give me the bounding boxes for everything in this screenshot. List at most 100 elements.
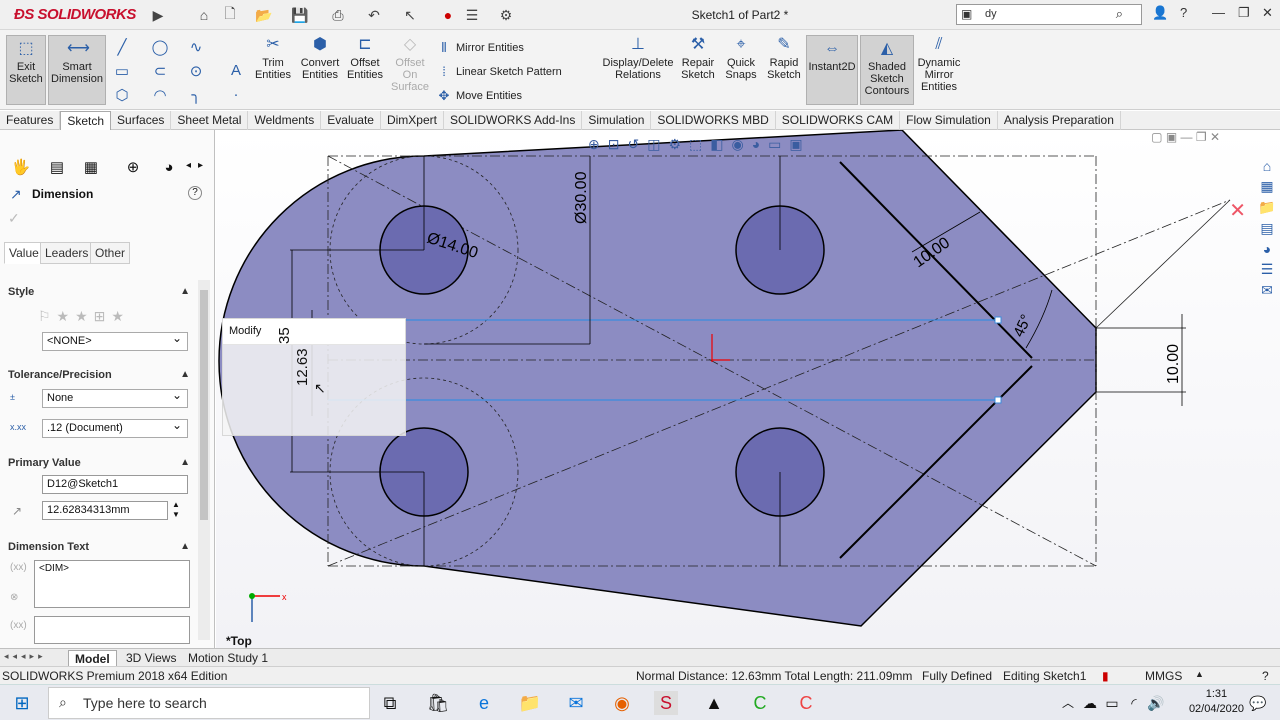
close-icon[interactable]: ✕ (1262, 5, 1273, 21)
search-icon[interactable]: ⌕ (1116, 6, 1123, 22)
restore-icon[interactable]: ❐ (1238, 5, 1250, 21)
configuration-manager-icon[interactable]: ▦ (76, 156, 106, 178)
previous-view-icon[interactable]: ↺ (627, 136, 639, 153)
help-icon[interactable]: ? (188, 186, 202, 200)
move-entities-button[interactable]: ✥ Move Entities (436, 88, 522, 104)
tab-leaders[interactable]: Leaders (40, 242, 94, 264)
tab-weldments[interactable]: Weldments (248, 111, 322, 130)
dimension-name-field[interactable]: D12@Sketch1 (42, 475, 188, 494)
panel-scrollbar[interactable] (198, 280, 210, 640)
spline-icon[interactable]: ∿ (186, 38, 206, 56)
file-explorer-icon[interactable]: 📁 (1258, 199, 1275, 216)
solidworks-taskbar-icon[interactable]: S (654, 691, 678, 715)
dynamic-mirror-entities-button[interactable]: ⫽ Dynamic Mirror Entities (916, 36, 962, 93)
tray-up-arrow-icon[interactable]: ︿ (1056, 691, 1080, 715)
tab-other[interactable]: Other (90, 242, 131, 264)
tab-sheet-metal[interactable]: Sheet Metal (171, 111, 249, 130)
line-icon[interactable]: ╱ (112, 38, 132, 56)
scrollbar-thumb[interactable] (200, 290, 208, 520)
graphics-area[interactable]: Ø30.00 Ø14.00 10.00 45° 10.00 x ⊕ ⊡ ↺ ◫ … (216, 130, 1280, 648)
tab-mbd[interactable]: SOLIDWORKS MBD (651, 111, 776, 130)
dimension-value-field[interactable]: 12.62834313mm (42, 501, 168, 520)
volume-icon[interactable]: 🔊 (1144, 691, 1168, 715)
viewport-window-controls[interactable]: ▢ ▣ — ❐ ✕ (1151, 130, 1220, 144)
tab-cam[interactable]: SOLIDWORKS CAM (776, 111, 901, 130)
tolerance-select[interactable]: None (42, 388, 188, 408)
firefox-icon[interactable]: ◉ (610, 691, 634, 715)
property-manager-tab-icon[interactable]: ▤ (42, 156, 72, 178)
collapse-tolerance-icon[interactable]: ▲ (180, 369, 190, 380)
tab-scroll-arrows-icon[interactable]: ◂◂◂▸▸ (4, 651, 47, 662)
user-icon[interactable]: 👤 (1152, 5, 1168, 21)
dynamic-annotation-icon[interactable]: ⚙ (668, 136, 681, 153)
zoom-area-icon[interactable]: ⊡ (608, 136, 620, 153)
mirror-entities-button[interactable]: ⫴ Mirror Entities (436, 40, 524, 56)
convert-entities-button[interactable]: ⬢ Convert Entities (298, 36, 342, 81)
repair-sketch-button[interactable]: ⚒ Repair Sketch (678, 36, 718, 81)
hide-show-icon[interactable]: ◉ (731, 136, 743, 153)
tab-dimxpert[interactable]: DimXpert (381, 111, 444, 130)
edit-appearance-icon[interactable]: ◕ (752, 136, 760, 153)
view-palette-icon[interactable]: ▤ (1260, 220, 1273, 237)
panel-scroll-left-icon[interactable]: ◂ (186, 160, 191, 171)
rebuild-status-icon[interactable]: ▮ (1102, 669, 1109, 683)
apply-scene-icon[interactable]: ▭ (768, 136, 781, 153)
style-select[interactable]: <NONE> (42, 331, 188, 351)
forum-icon[interactable]: ✉ (1261, 282, 1273, 299)
slot-icon[interactable]: ⊂ (150, 62, 170, 80)
edge-browser-icon[interactable]: e (472, 691, 496, 715)
units-selector[interactable]: MMGS (1145, 669, 1182, 683)
style-favorites-icons[interactable]: ⚐★★⊞★ (38, 308, 130, 325)
design-library-icon[interactable]: ▦ (1260, 178, 1273, 195)
offset-entities-button[interactable]: ⊏ Offset Entities (344, 36, 386, 81)
polygon-icon[interactable]: ⬡ (112, 86, 132, 104)
tab-flow-simulation[interactable]: Flow Simulation (900, 111, 998, 130)
instant2d-button[interactable]: ⇔ Instant2D (806, 35, 858, 105)
display-manager-icon[interactable]: ◕ (154, 156, 184, 178)
store-icon[interactable]: 🛍 (426, 691, 450, 715)
camtasia-green-icon[interactable]: C (748, 691, 772, 715)
trim-entities-button[interactable]: ✂ Trim Entities (252, 36, 294, 81)
dim-text-1263[interactable]: 12.63 (294, 348, 311, 386)
taskbar-search-input[interactable]: ⌕ Type here to search (48, 687, 370, 719)
dimtext-xx-icon[interactable]: (xx) (10, 562, 27, 573)
panel-scroll-right-icon[interactable]: ▸ (198, 160, 203, 171)
collapse-primary-icon[interactable]: ▲ (180, 457, 190, 468)
tab-evaluate[interactable]: Evaluate (321, 111, 381, 130)
file-explorer-taskbar-icon[interactable]: 📁 (518, 691, 542, 715)
shaded-sketch-contours-button[interactable]: ◭ Shaded Sketch Contours (860, 35, 914, 105)
tab-simulation[interactable]: Simulation (582, 111, 652, 130)
rectangle-icon[interactable]: ▭ (112, 62, 132, 80)
collapse-dimtext-icon[interactable]: ▲ (180, 541, 190, 552)
ok-check-icon[interactable]: ✓ (8, 210, 20, 227)
linear-sketch-pattern-button[interactable]: ⁞ Linear Sketch Pattern (436, 64, 562, 79)
ellipse-icon[interactable]: ⊙ (186, 62, 206, 80)
windows-start-icon[interactable]: ⊞ (10, 691, 34, 715)
precision-select[interactable]: .12 (Document) (42, 418, 188, 438)
tab-features[interactable]: Features (0, 111, 61, 130)
notifications-icon[interactable]: 💬 (1246, 691, 1270, 715)
dimension-text-area[interactable]: <DIM> (34, 560, 190, 608)
taskbar-clock[interactable]: 1:31 02/04/2020 (1189, 687, 1244, 717)
minimize-icon[interactable]: — (1212, 5, 1225, 20)
tab-motion-study[interactable]: Motion Study 1 (182, 650, 274, 666)
smart-dimension-button[interactable]: ⟷ Smart Dimension (48, 35, 106, 105)
dimension-text-area-2[interactable] (34, 616, 190, 644)
tab-sketch[interactable]: Sketch (60, 111, 112, 130)
units-up-arrow-icon[interactable]: ▲ (1195, 669, 1204, 679)
status-help-icon[interactable]: ? (1262, 669, 1269, 683)
view-settings-icon[interactable]: ▣ (789, 136, 802, 153)
exit-sketch-button[interactable]: ⬚ Exit Sketch (6, 35, 46, 105)
dimtext-xx2-icon[interactable]: (xx) (10, 620, 27, 631)
arc-icon[interactable]: ◠ (150, 86, 170, 104)
tab-value[interactable]: Value (4, 242, 44, 264)
appearances-icon[interactable]: ◕ (1263, 241, 1271, 257)
dim-text-35[interactable]: 35 (276, 327, 293, 344)
point-icon[interactable]: · (226, 86, 246, 103)
cancel-x-icon[interactable]: ✕ (1229, 198, 1246, 223)
collapse-style-icon[interactable]: ▲ (180, 286, 190, 297)
display-style-icon[interactable]: ◧ (710, 136, 723, 153)
tab-surfaces[interactable]: Surfaces (111, 111, 172, 130)
dim-text-10-vertical[interactable]: 10.00 (1165, 344, 1182, 384)
tab-3d-views[interactable]: 3D Views (120, 650, 182, 666)
